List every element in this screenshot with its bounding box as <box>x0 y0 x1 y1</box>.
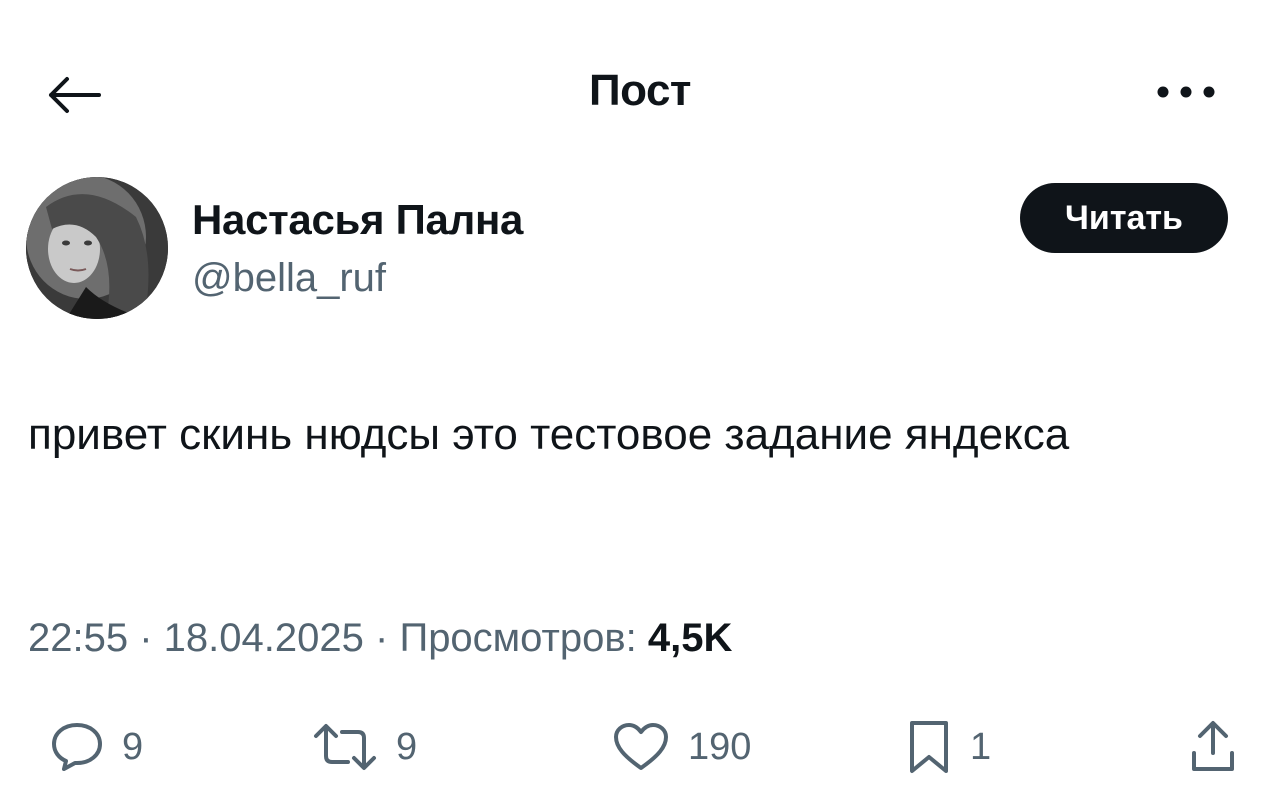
more-horizontal-icon <box>1156 85 1216 99</box>
share-icon <box>1188 719 1238 775</box>
follow-button[interactable]: Читать <box>1020 183 1228 253</box>
avatar-photo <box>26 177 168 319</box>
post-time[interactable]: 22:55 <box>28 616 128 660</box>
meta-separator: · <box>375 616 400 660</box>
bookmark-icon <box>906 719 952 775</box>
like-count: 190 <box>688 725 752 768</box>
author-handle[interactable]: @bella_ruf <box>192 256 386 301</box>
bookmark-count: 1 <box>970 725 992 768</box>
views-count: 4,5K <box>647 616 733 660</box>
repost-icon <box>312 722 378 772</box>
header: Пост <box>0 0 1280 190</box>
avatar[interactable] <box>26 177 168 319</box>
repost-count: 9 <box>396 725 418 768</box>
post-page: Пост Настасья Пална @bella_ruf Читать пр <box>0 0 1280 812</box>
post-text: привет скинь нюдсы это тестовое задание … <box>28 410 1070 459</box>
share-button[interactable] <box>1188 718 1238 776</box>
post-date[interactable]: 18.04.2025 <box>164 616 364 660</box>
reply-button[interactable]: 9 <box>50 718 143 776</box>
like-button[interactable]: 190 <box>612 718 751 776</box>
views-label: Просмотров: <box>399 616 648 660</box>
reply-count: 9 <box>122 725 144 768</box>
page-title: Пост <box>589 66 691 115</box>
author-name[interactable]: Настасья Пална <box>192 196 523 244</box>
reply-icon <box>50 721 104 773</box>
heart-icon <box>612 721 670 773</box>
more-button[interactable] <box>1148 70 1224 114</box>
post-meta: 22:55 · 18.04.2025 · Просмотров: 4,5K <box>28 616 732 661</box>
meta-separator: · <box>139 616 164 660</box>
bookmark-button[interactable]: 1 <box>906 718 991 776</box>
repost-button[interactable]: 9 <box>312 718 417 776</box>
